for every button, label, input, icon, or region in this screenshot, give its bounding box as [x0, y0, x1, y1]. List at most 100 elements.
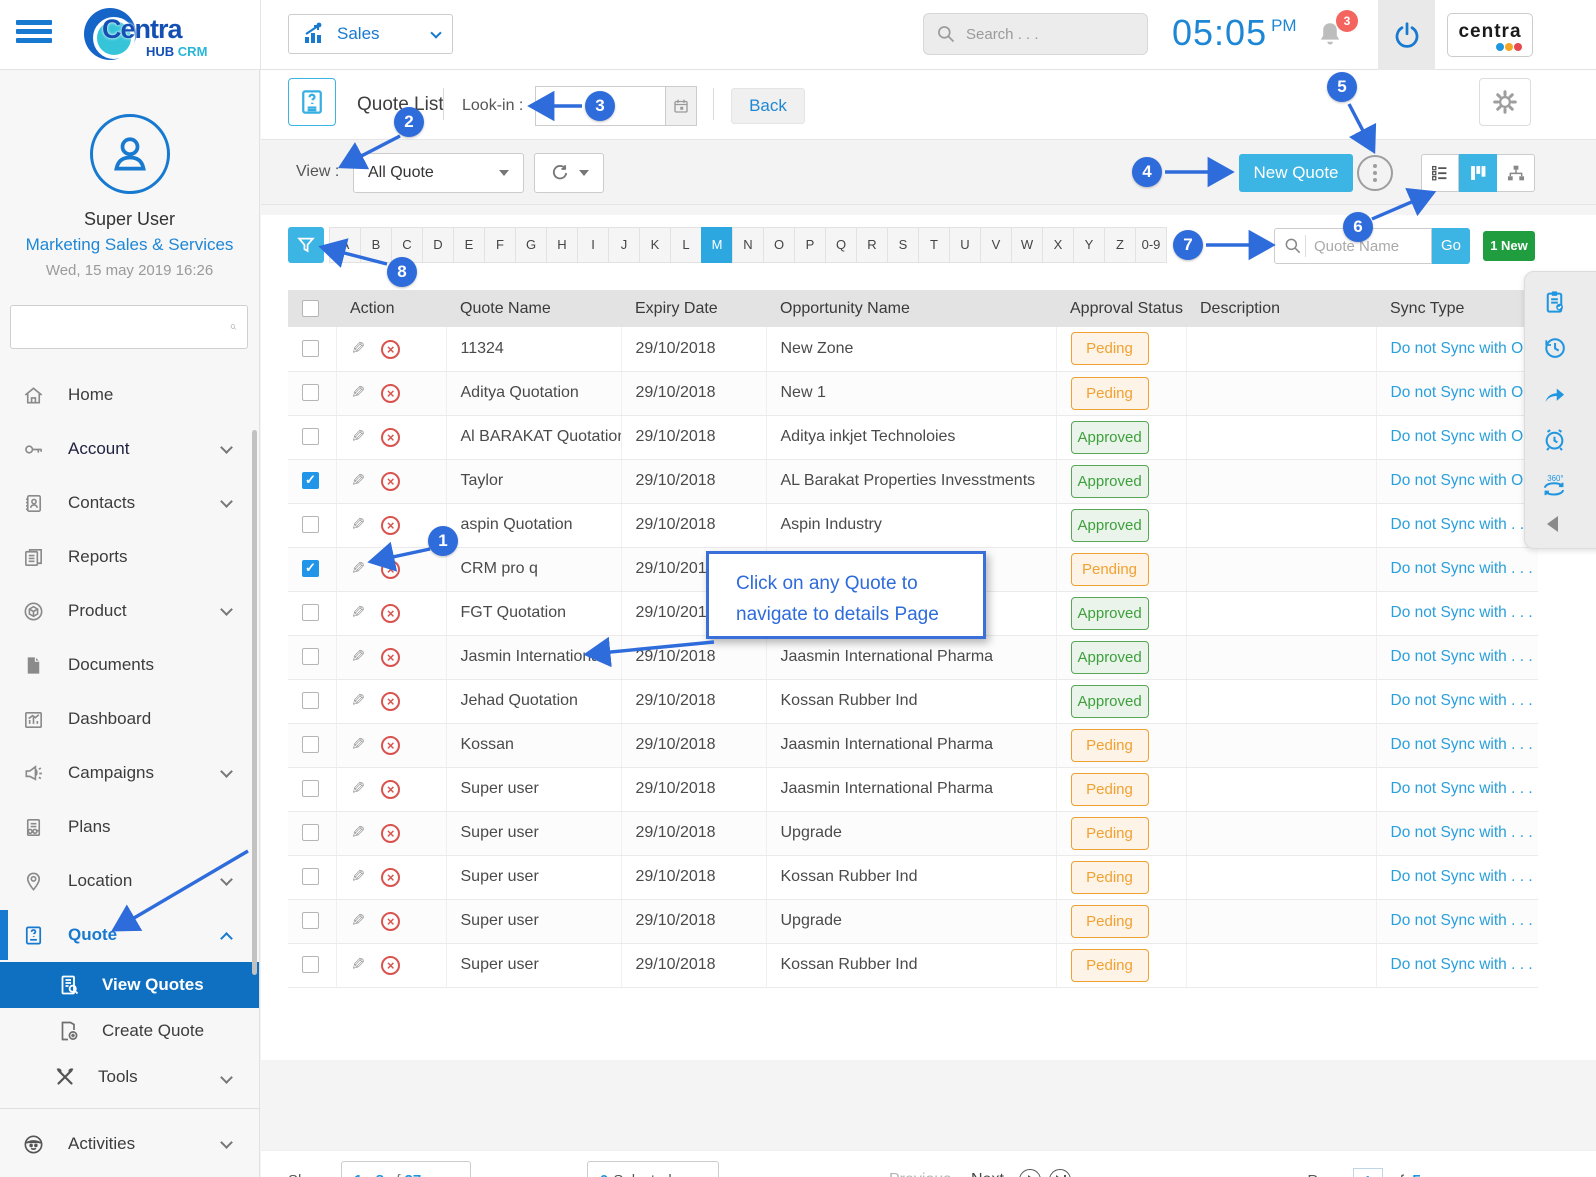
delete-icon[interactable]: × [381, 339, 401, 359]
quote-name-cell[interactable]: Super user [446, 943, 622, 988]
edit-icon[interactable]: ✎ [351, 427, 365, 447]
table-row[interactable]: ✎ × Kossan 29/10/2018 Jaasmin Internatio… [288, 723, 1538, 768]
collapse-panel-icon[interactable] [1547, 516, 1558, 532]
avatar[interactable] [90, 114, 170, 194]
row-checkbox[interactable] [302, 912, 319, 930]
more-options-button[interactable] [1357, 155, 1393, 191]
table-row[interactable]: ✎ × Super user 29/10/2018 Upgrade Peding… [288, 899, 1538, 944]
row-checkbox[interactable] [302, 692, 319, 710]
share-icon[interactable] [1539, 378, 1569, 408]
list-view-toggle[interactable] [1421, 154, 1459, 192]
alphabet-letter[interactable]: Y [1073, 227, 1105, 263]
delete-icon[interactable]: × [381, 384, 401, 404]
sidebar-item-create-quote[interactable]: Create Quote [0, 1008, 259, 1054]
alphabet-letter[interactable]: U [949, 227, 981, 263]
edit-icon[interactable]: ✎ [351, 779, 365, 799]
alphabet-letter[interactable]: H [546, 227, 578, 263]
quote-name-cell[interactable]: Kossan [446, 723, 622, 768]
logout-button[interactable] [1378, 0, 1435, 70]
sidebar-item-home[interactable]: Home [0, 368, 259, 422]
sync-360-icon[interactable]: 360° [1539, 470, 1569, 500]
sync-type-link[interactable]: Do not Sync with . . . [1391, 956, 1533, 973]
table-row[interactable]: ✎ × Super user 29/10/2018 Kossan Rubber … [288, 855, 1538, 900]
next-button[interactable]: Next [971, 1171, 1004, 1177]
sidebar-item-quote[interactable]: Quote [0, 908, 259, 962]
sync-type-link[interactable]: Do not Sync with . . . [1391, 868, 1533, 885]
table-row[interactable]: ✎ × Al BARAKAT Quotation 29/10/2018 Adit… [288, 415, 1538, 460]
sync-type-link[interactable]: Do not Sync with . . . [1391, 824, 1533, 841]
row-checkbox[interactable] [302, 956, 319, 974]
select-all-checkbox[interactable] [302, 299, 319, 317]
previous-button[interactable]: Previous [889, 1171, 951, 1177]
delete-icon[interactable]: × [381, 560, 401, 580]
sidebar-item-view-quotes[interactable]: View Quotes [0, 962, 259, 1008]
delete-icon[interactable]: × [381, 516, 401, 536]
sidebar-item-activities[interactable]: Activities [0, 1117, 259, 1171]
alphabet-letter[interactable]: X [1042, 227, 1074, 263]
edit-icon[interactable]: ✎ [351, 515, 365, 535]
quote-name-cell[interactable]: Jehad Quotation [446, 679, 622, 724]
alphabet-letter[interactable]: B [360, 227, 392, 263]
alphabet-letter[interactable]: D [422, 227, 454, 263]
alphabet-letter[interactable]: N [732, 227, 764, 263]
alphabet-letter[interactable]: F [484, 227, 516, 263]
row-checkbox[interactable] [302, 604, 319, 622]
sidebar-item-account[interactable]: Account [0, 422, 259, 476]
table-row[interactable]: ✎ × Aditya Quotation 29/10/2018 New 1 Pe… [288, 371, 1538, 416]
delete-icon[interactable]: × [381, 604, 401, 624]
alphabet-letter[interactable]: A [329, 227, 361, 263]
quote-name-input[interactable] [1308, 237, 1416, 255]
sidebar-item-documents[interactable]: Documents [0, 638, 259, 692]
alphabet-letter[interactable]: V [980, 227, 1012, 263]
edit-icon[interactable]: ✎ [351, 955, 365, 975]
refresh-button[interactable] [534, 153, 604, 193]
sidebar-item-tools[interactable]: Tools [0, 1054, 259, 1100]
sync-type-link[interactable]: Do not Sync with Op [1391, 472, 1532, 489]
alphabet-letter[interactable]: C [391, 227, 423, 263]
edit-icon[interactable]: ✎ [351, 339, 365, 359]
range-dropdown[interactable]: 1 - 8 of 37 [341, 1161, 471, 1177]
page-input[interactable] [1352, 1168, 1383, 1177]
history-icon[interactable] [1539, 332, 1569, 362]
row-checkbox[interactable] [302, 648, 319, 666]
sync-type-link[interactable]: Do not Sync with Op [1391, 384, 1532, 401]
sync-type-link[interactable]: Do not Sync with Op [1391, 340, 1532, 357]
filter-button[interactable] [288, 227, 324, 263]
edit-icon[interactable]: ✎ [351, 603, 365, 623]
row-checkbox[interactable] [302, 736, 319, 754]
delete-icon[interactable]: × [381, 428, 401, 448]
sidebar-item-product[interactable]: Product [0, 584, 259, 638]
settings-button[interactable] [1479, 78, 1531, 126]
calendar-button[interactable] [665, 86, 697, 126]
delete-icon[interactable]: × [381, 868, 401, 888]
edit-icon[interactable]: ✎ [351, 867, 365, 887]
table-row[interactable]: ✎ × Super user 29/10/2018 Jaasmin Intern… [288, 767, 1538, 812]
sidebar-item-campaigns[interactable]: Campaigns [0, 746, 259, 800]
global-search-input[interactable] [966, 25, 1126, 43]
delete-icon[interactable]: × [381, 648, 401, 668]
quote-name-cell[interactable]: Aditya Quotation [446, 371, 622, 416]
new-quote-button[interactable]: New Quote [1239, 154, 1353, 192]
sync-type-link[interactable]: Do not Sync with Op [1391, 428, 1532, 445]
sync-type-link[interactable]: Do not Sync with . . . [1391, 780, 1533, 797]
row-checkbox[interactable] [302, 340, 319, 358]
table-row[interactable]: ✎ × Jasmin International 29/10/2018 Jaas… [288, 635, 1538, 680]
alphabet-letter[interactable]: J [608, 227, 640, 263]
sync-type-link[interactable]: Do not Sync with . . . [1391, 692, 1533, 709]
quote-list-icon-button[interactable] [288, 78, 336, 126]
quote-name-cell[interactable]: Taylor [446, 459, 622, 504]
selected-dropdown[interactable]: 0 Selected [587, 1161, 719, 1177]
alphabet-letter[interactable]: P [794, 227, 826, 263]
sidebar-scrollbar[interactable] [252, 430, 257, 975]
row-checkbox[interactable] [302, 384, 319, 402]
edit-icon[interactable]: ✎ [351, 383, 365, 403]
table-row[interactable]: ✎ × aspin Quotation 29/10/2018 Aspin Ind… [288, 503, 1538, 548]
row-checkbox[interactable] [302, 428, 319, 446]
edit-icon[interactable]: ✎ [351, 471, 365, 491]
quote-name-cell[interactable]: aspin Quotation [446, 503, 622, 548]
quote-name-cell[interactable]: Al BARAKAT Quotation [446, 415, 622, 460]
sync-type-link[interactable]: Do not Sync with . . . [1391, 516, 1533, 533]
table-row[interactable]: ✎ × 11324 29/10/2018 New Zone Peding Do … [288, 327, 1538, 372]
kanban-view-toggle[interactable] [1459, 154, 1497, 192]
edit-icon[interactable]: ✎ [351, 823, 365, 843]
